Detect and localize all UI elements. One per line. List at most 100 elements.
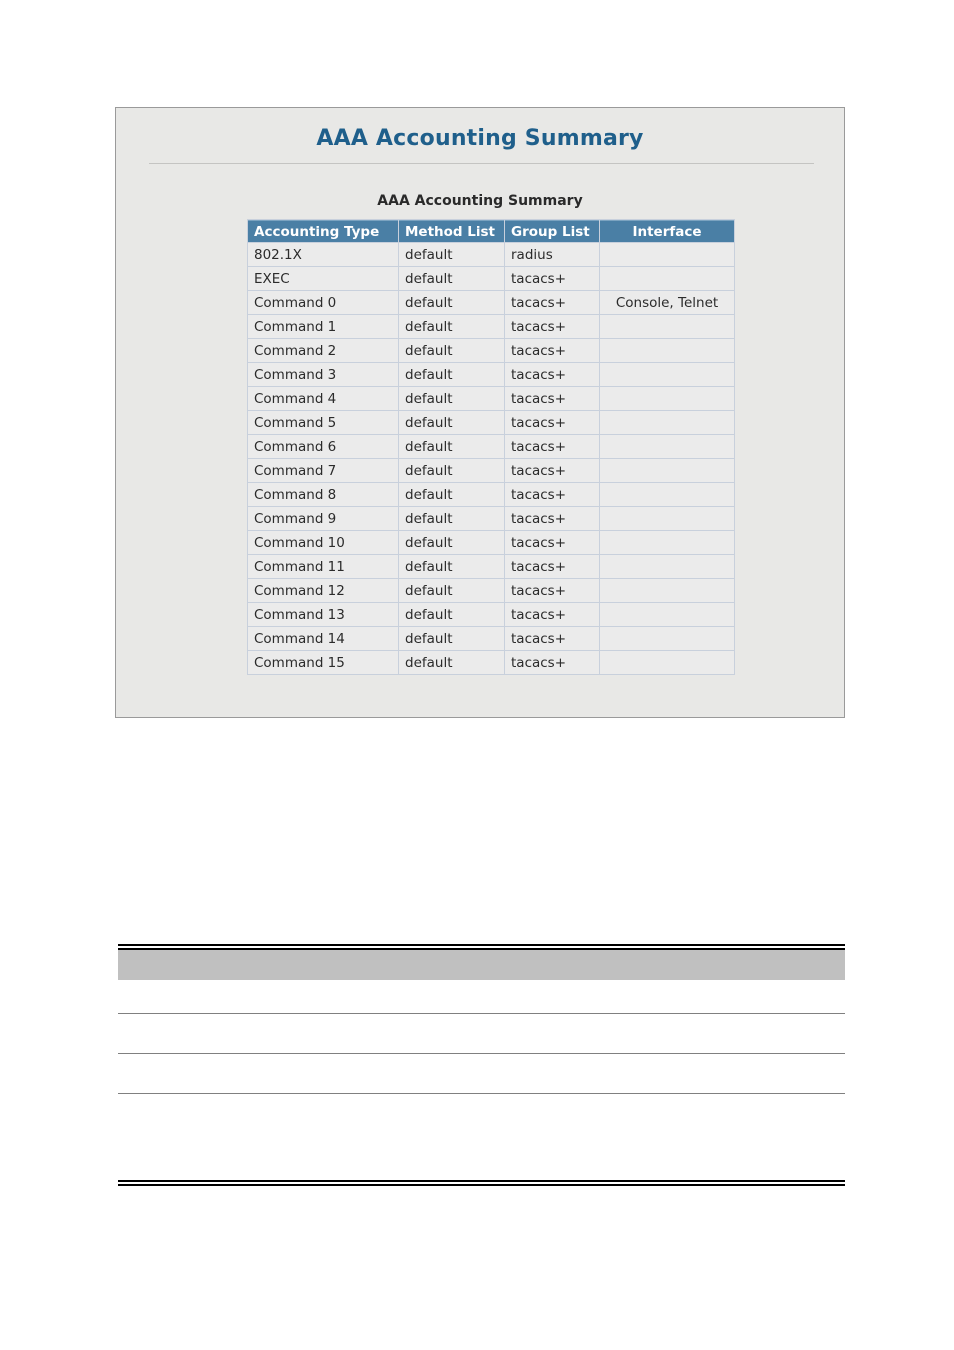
table-row-space-4 bbox=[118, 1094, 845, 1180]
column-header-group-list: Group List bbox=[505, 220, 599, 242]
cell-group-list: tacacs+ bbox=[505, 339, 599, 362]
cell-interface bbox=[600, 435, 734, 458]
table-row-space-3 bbox=[118, 1054, 845, 1093]
cell-method-list: default bbox=[399, 339, 504, 362]
table-header-band bbox=[118, 950, 845, 980]
table-row: Command 12 default tacacs+ bbox=[248, 579, 734, 602]
cell-method-list: default bbox=[399, 531, 504, 554]
cell-group-list: tacacs+ bbox=[505, 579, 599, 602]
cell-interface bbox=[600, 339, 734, 362]
cell-group-list: tacacs+ bbox=[505, 291, 599, 314]
cell-accounting-type: Command 4 bbox=[248, 387, 398, 410]
cell-group-list: tacacs+ bbox=[505, 507, 599, 530]
table-row: Command 13 default tacacs+ bbox=[248, 603, 734, 626]
cell-interface bbox=[600, 243, 734, 266]
cell-interface bbox=[600, 387, 734, 410]
cell-accounting-type: Command 1 bbox=[248, 315, 398, 338]
cell-accounting-type: Command 11 bbox=[248, 555, 398, 578]
table-row: Command 11 default tacacs+ bbox=[248, 555, 734, 578]
page-title: AAA Accounting Summary bbox=[316, 126, 644, 151]
cell-accounting-type: Command 6 bbox=[248, 435, 398, 458]
cell-interface bbox=[600, 363, 734, 386]
cell-method-list: default bbox=[399, 435, 504, 458]
table-row: Command 9 default tacacs+ bbox=[248, 507, 734, 530]
cell-accounting-type: Command 7 bbox=[248, 459, 398, 482]
cell-group-list: tacacs+ bbox=[505, 435, 599, 458]
table-row: Command 7 default tacacs+ bbox=[248, 459, 734, 482]
cell-interface bbox=[600, 579, 734, 602]
table-row: Command 4 default tacacs+ bbox=[248, 387, 734, 410]
cell-accounting-type: Command 0 bbox=[248, 291, 398, 314]
table-row: 802.1X default radius bbox=[248, 243, 734, 266]
table-bottom-rule-lower bbox=[118, 1184, 845, 1186]
cell-interface bbox=[600, 555, 734, 578]
column-header-accounting-type: Accounting Type bbox=[248, 220, 398, 242]
table-row: Command 5 default tacacs+ bbox=[248, 411, 734, 434]
table-row: Command 14 default tacacs+ bbox=[248, 627, 734, 650]
cell-group-list: tacacs+ bbox=[505, 411, 599, 434]
table-row: Command 6 default tacacs+ bbox=[248, 435, 734, 458]
cell-method-list: default bbox=[399, 603, 504, 626]
cell-group-list: tacacs+ bbox=[505, 483, 599, 506]
table-row: Command 3 default tacacs+ bbox=[248, 363, 734, 386]
cell-method-list: default bbox=[399, 483, 504, 506]
cell-interface: Console, Telnet bbox=[600, 291, 734, 314]
cell-group-list: tacacs+ bbox=[505, 603, 599, 626]
cell-group-list: tacacs+ bbox=[505, 531, 599, 554]
cell-method-list: default bbox=[399, 387, 504, 410]
cell-group-list: tacacs+ bbox=[505, 459, 599, 482]
cell-accounting-type: 802.1X bbox=[248, 243, 398, 266]
column-header-method-list: Method List bbox=[399, 220, 504, 242]
cell-accounting-type: Command 9 bbox=[248, 507, 398, 530]
cell-group-list: tacacs+ bbox=[505, 267, 599, 290]
table-row-space-1 bbox=[118, 980, 845, 1013]
cell-interface bbox=[600, 531, 734, 554]
title-divider bbox=[149, 163, 814, 164]
cell-interface bbox=[600, 459, 734, 482]
document-table bbox=[118, 944, 845, 1186]
cell-group-list: tacacs+ bbox=[505, 387, 599, 410]
cell-method-list: default bbox=[399, 411, 504, 434]
cell-method-list: default bbox=[399, 651, 504, 674]
cell-interface bbox=[600, 315, 734, 338]
table-row: EXEC default tacacs+ bbox=[248, 267, 734, 290]
cell-method-list: default bbox=[399, 267, 504, 290]
column-header-interface: Interface bbox=[600, 220, 734, 242]
cell-accounting-type: Command 10 bbox=[248, 531, 398, 554]
table-row: Command 10 default tacacs+ bbox=[248, 531, 734, 554]
cell-group-list: tacacs+ bbox=[505, 315, 599, 338]
cell-group-list: tacacs+ bbox=[505, 627, 599, 650]
table-row-space-2 bbox=[118, 1014, 845, 1053]
cell-interface bbox=[600, 483, 734, 506]
cell-accounting-type: Command 5 bbox=[248, 411, 398, 434]
cell-interface bbox=[600, 507, 734, 530]
cell-method-list: default bbox=[399, 363, 504, 386]
cell-accounting-type: Command 2 bbox=[248, 339, 398, 362]
table-row: Command 2 default tacacs+ bbox=[248, 339, 734, 362]
cell-interface bbox=[600, 411, 734, 434]
cell-method-list: default bbox=[399, 507, 504, 530]
screenshot-panel: AAA Accounting Summary AAA Accounting Su… bbox=[115, 107, 845, 718]
cell-accounting-type: Command 8 bbox=[248, 483, 398, 506]
table-body: 802.1X default radius EXEC default tacacs+ Com… bbox=[248, 243, 734, 674]
cell-method-list: default bbox=[399, 315, 504, 338]
cell-group-list: tacacs+ bbox=[505, 555, 599, 578]
cell-group-list: tacacs+ bbox=[505, 363, 599, 386]
cell-method-list: default bbox=[399, 291, 504, 314]
cell-interface bbox=[600, 603, 734, 626]
cell-interface bbox=[600, 651, 734, 674]
cell-method-list: default bbox=[399, 555, 504, 578]
cell-method-list: default bbox=[399, 627, 504, 650]
aaa-accounting-table: Accounting Type Method List Group List I… bbox=[247, 219, 735, 675]
cell-accounting-type: Command 12 bbox=[248, 579, 398, 602]
cell-accounting-type: Command 14 bbox=[248, 627, 398, 650]
table-row: Command 8 default tacacs+ bbox=[248, 483, 734, 506]
table-caption: AAA Accounting Summary bbox=[377, 193, 583, 209]
cell-accounting-type: EXEC bbox=[248, 267, 398, 290]
cell-method-list: default bbox=[399, 459, 504, 482]
cell-group-list: radius bbox=[505, 243, 599, 266]
cell-accounting-type: Command 13 bbox=[248, 603, 398, 626]
cell-accounting-type: Command 3 bbox=[248, 363, 398, 386]
cell-method-list: default bbox=[399, 243, 504, 266]
table-header-row: Accounting Type Method List Group List I… bbox=[248, 220, 734, 242]
